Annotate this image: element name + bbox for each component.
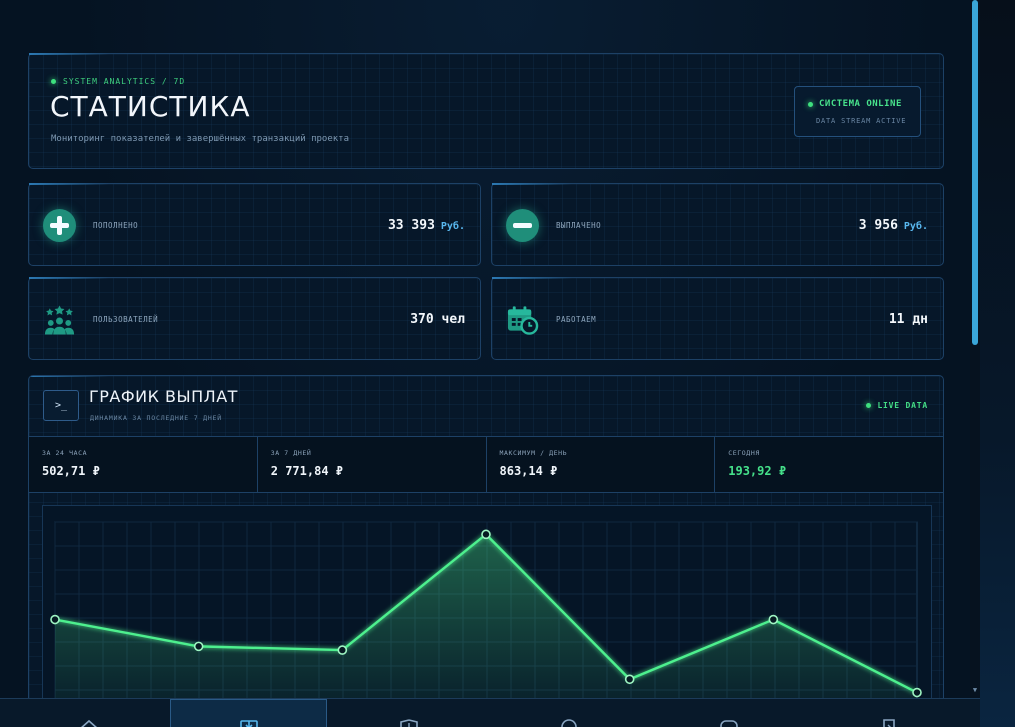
live-data-badge: LIVE DATA xyxy=(866,401,928,410)
scrollbar-thumb[interactable] xyxy=(972,0,978,345)
chart-area-fill xyxy=(55,534,917,704)
nav-chat[interactable] xyxy=(650,699,807,727)
live-dot-icon xyxy=(866,403,872,408)
status-subtitle: DATA STREAM ACTIVE xyxy=(816,117,907,125)
stat-unit: Руб. xyxy=(440,221,465,232)
status-title: СИСТЕМА ONLINE xyxy=(808,99,902,109)
stat-label: ВЫПЛАЧЕНО xyxy=(556,221,602,230)
online-dot-icon xyxy=(808,101,813,107)
stat-amount: 11 дн xyxy=(888,312,928,327)
page-title: СТАТИСТИКА xyxy=(50,90,251,123)
logout-icon xyxy=(882,719,895,727)
chart-point[interactable] xyxy=(912,687,922,698)
stat-amount: 3 956 xyxy=(858,218,898,233)
chart-title: ГРАФИК ВЫПЛАТ xyxy=(89,387,238,406)
metric-value: 2 771,84 ₽ xyxy=(270,464,343,478)
nav-home[interactable] xyxy=(10,699,167,727)
nav-support[interactable] xyxy=(490,699,647,727)
metric-7d: ЗА 7 ДНЕЙ 2 771,84 ₽ xyxy=(258,437,487,492)
metric-value: 863,14 ₽ xyxy=(499,464,558,478)
shield-icon xyxy=(399,719,418,727)
live-text: LIVE DATA xyxy=(877,401,928,410)
metric-max-day: МАКСИМУМ / ДЕНЬ 863,14 ₽ xyxy=(487,437,716,492)
metric-label: СЕГОДНЯ xyxy=(728,449,760,457)
minus-circle-icon xyxy=(506,209,539,242)
status-title-text: СИСТЕМА ONLINE xyxy=(819,99,902,109)
chart-point[interactable] xyxy=(193,641,204,652)
stat-amount: 33 393 xyxy=(387,218,435,233)
system-status-badge: СИСТЕМА ONLINE DATA STREAM ACTIVE xyxy=(794,86,921,137)
payout-metrics: ЗА 24 ЧАСА 502,71 ₽ ЗА 7 ДНЕЙ 2 771,84 ₽… xyxy=(29,436,943,493)
nav-security[interactable] xyxy=(330,699,487,727)
eyebrow-text: SYSTEM ANALYTICS / 7D xyxy=(63,77,186,86)
stat-label: РАБОТАЕМ xyxy=(556,315,597,324)
headset-icon xyxy=(560,719,577,727)
stat-card-days: РАБОТАЕМ 11 дн xyxy=(491,277,944,360)
stat-card-topup: ПОПОЛНЕНО 33 393 Руб. xyxy=(28,183,481,266)
header-eyebrow: SYSTEM ANALYTICS / 7D xyxy=(51,77,185,86)
stat-value: 370 чел xyxy=(410,312,465,327)
calendar-clock-icon xyxy=(506,303,539,336)
stat-value: 33 393 Руб. xyxy=(388,218,465,233)
line-chart xyxy=(50,521,922,704)
stat-label: ПОПОЛНЕНО xyxy=(93,221,139,230)
metric-label: ЗА 7 ДНЕЙ xyxy=(270,449,312,457)
line-chart-area xyxy=(42,505,932,704)
chart-point[interactable] xyxy=(50,614,60,625)
stat-amount: 370 чел xyxy=(410,312,465,327)
stat-value: 3 956 Руб. xyxy=(859,218,928,233)
stats-header-panel: SYSTEM ANALYTICS / 7D СТАТИСТИКА Монитор… xyxy=(28,53,944,169)
terminal-icon: >_ xyxy=(43,390,79,421)
stat-label: ПОЛЬЗОВАТЕЛЕЙ xyxy=(93,315,159,324)
metric-today: СЕГОДНЯ 193,92 ₽ xyxy=(715,437,943,492)
chart-subtitle: ДИНАМИКА ЗА ПОСЛЕДНИЕ 7 ДНЕЙ xyxy=(90,414,222,422)
payout-chart-panel: >_ ГРАФИК ВЫПЛАТ ДИНАМИКА ЗА ПОСЛЕДНИЕ 7… xyxy=(28,375,944,705)
metric-label: ЗА 24 ЧАСА xyxy=(42,449,88,457)
scroll-down-arrow-icon[interactable]: ▼ xyxy=(971,686,979,694)
home-icon xyxy=(80,719,97,727)
chart-point[interactable] xyxy=(768,614,779,625)
nav-logout[interactable] xyxy=(810,699,967,727)
status-dot-icon xyxy=(51,79,56,84)
metric-value: 193,92 ₽ xyxy=(728,464,787,478)
chart-point[interactable] xyxy=(337,645,348,655)
stat-unit: Руб. xyxy=(903,221,928,232)
window-edge xyxy=(980,0,1015,727)
stat-card-users: ПОЛЬЗОВАТЕЛЕЙ 370 чел xyxy=(28,277,481,360)
users-star-icon xyxy=(43,303,76,336)
stat-card-paid: ВЫПЛАЧЕНО 3 956 Руб. xyxy=(491,183,944,266)
stat-value: 11 дн xyxy=(889,312,928,327)
metric-value: 502,71 ₽ xyxy=(42,464,100,478)
bottom-nav xyxy=(0,698,980,727)
metric-24h: ЗА 24 ЧАСА 502,71 ₽ xyxy=(29,437,258,492)
chart-point[interactable] xyxy=(481,529,491,540)
plus-circle-icon xyxy=(43,209,76,242)
chat-icon xyxy=(719,720,738,727)
download-icon xyxy=(239,720,258,727)
metric-label: МАКСИМУМ / ДЕНЬ xyxy=(499,449,568,457)
chart-point[interactable] xyxy=(624,674,635,685)
nav-download[interactable] xyxy=(170,699,327,727)
page-subtitle: Мониторинг показателей и завершённых тра… xyxy=(51,134,350,144)
